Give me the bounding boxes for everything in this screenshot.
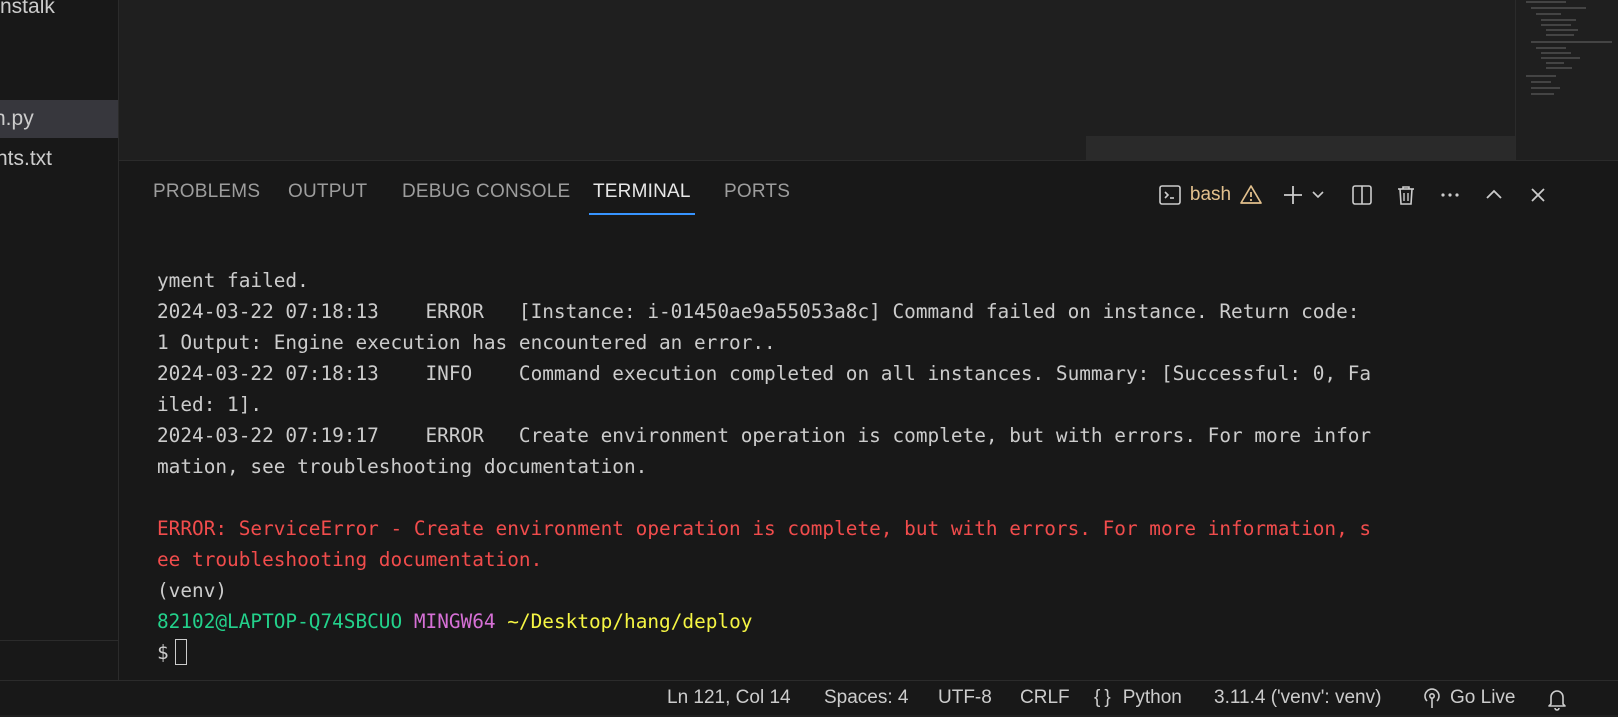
venv-indicator: (venv) <box>157 579 228 602</box>
status-interpreter[interactable]: 3.11.4 ('venv': venv) <box>1214 687 1381 709</box>
terminal-line: yment failed. <box>157 269 309 292</box>
bell-icon <box>1546 690 1568 716</box>
status-indentation[interactable]: Spaces: 4 <box>824 687 909 709</box>
terminal-profiles-dropdown[interactable] <box>1308 179 1328 211</box>
terminal-line: iled: 1]. <box>157 393 263 416</box>
sidebar-divider <box>0 640 118 641</box>
explorer-sidebar: nstalk n.py nts.txt <box>0 0 119 680</box>
terminal-error-line: ee troubleshooting documentation. <box>157 548 543 571</box>
chevron-down-icon <box>1310 187 1326 203</box>
kill-terminal-button[interactable] <box>1390 179 1422 211</box>
more-icon <box>1438 183 1462 207</box>
sidebar-item-requirements[interactable]: nts.txt <box>0 140 118 178</box>
status-eol[interactable]: CRLF <box>1020 687 1070 709</box>
close-icon <box>1526 183 1550 207</box>
prompt-user: 82102@LAPTOP-Q74SBCUO <box>157 610 403 633</box>
tab-terminal[interactable]: TERMINAL <box>589 181 695 215</box>
trash-icon <box>1394 183 1418 207</box>
status-bar: Ln 121, Col 14 Spaces: 4 UTF-8 CRLF {} Py… <box>0 680 1618 715</box>
more-actions-button[interactable] <box>1434 179 1466 211</box>
sidebar-item-folder[interactable]: nstalk <box>0 0 118 26</box>
tab-problems[interactable]: PROBLEMS <box>153 181 260 203</box>
terminal-line: mation, see troubleshooting documentatio… <box>157 455 648 478</box>
terminal-output[interactable]: yment failed. 2024-03-22 07:18:13 ERROR … <box>157 265 1477 668</box>
status-encoding[interactable]: UTF-8 <box>938 687 992 709</box>
status-language-label: Python <box>1122 687 1182 708</box>
status-language[interactable]: {} Python <box>1094 687 1182 709</box>
terminal-error-line: ERROR: ServiceError - Create environment… <box>157 517 1372 540</box>
terminal-line: 2024-03-22 07:18:13 INFO Command executi… <box>157 362 1372 385</box>
split-icon <box>1350 183 1374 207</box>
minimap[interactable] <box>1515 0 1618 160</box>
broadcast-icon <box>1422 687 1442 709</box>
status-golive[interactable]: Go Live <box>1422 687 1515 709</box>
shell-prompt: 82102@LAPTOP-Q74SBCUO MINGW64 ~/Desktop/… <box>157 606 1477 637</box>
maximize-icon <box>1482 183 1506 207</box>
close-panel-button[interactable] <box>1522 179 1554 211</box>
panel-actions: bash <box>1148 179 1618 213</box>
sidebar-item-main-py[interactable]: n.py <box>0 100 118 138</box>
prompt-symbol: $ <box>157 641 169 664</box>
terminal-line: 2024-03-22 07:19:17 ERROR Create environ… <box>157 424 1372 447</box>
golive-label: Go Live <box>1450 687 1516 708</box>
sidebar-item-label: nstalk <box>0 0 55 18</box>
new-terminal-button[interactable] <box>1278 179 1308 211</box>
prompt-shell: MINGW64 <box>413 610 496 633</box>
horizontal-scrollbar[interactable] <box>1086 136 1582 160</box>
terminal-icon <box>1158 183 1182 207</box>
tab-debug-console[interactable]: DEBUG CONSOLE <box>402 181 570 203</box>
tab-output[interactable]: OUTPUT <box>288 181 367 203</box>
panel-tabs: PROBLEMS OUTPUT DEBUG CONSOLE TERMINAL P… <box>119 161 1019 215</box>
split-terminal-button[interactable] <box>1346 179 1378 211</box>
notifications-button[interactable] <box>1546 687 1568 717</box>
maximize-panel-button[interactable] <box>1478 179 1510 211</box>
editor-area[interactable] <box>119 0 1618 160</box>
terminal-line: 2024-03-22 07:18:13 ERROR [Instance: i-0… <box>157 300 1360 323</box>
terminal-name: bash <box>1189 184 1232 205</box>
input-line[interactable]: $ <box>157 637 1477 668</box>
sidebar-item-label: nts.txt <box>0 147 53 170</box>
prompt-path: ~/Desktop/hang/deploy <box>507 610 753 633</box>
sidebar-item-label: n.py <box>0 107 34 130</box>
terminal-line: 1 Output: Engine execution has encounter… <box>157 331 776 354</box>
tab-ports[interactable]: PORTS <box>724 181 790 203</box>
status-cursor-position[interactable]: Ln 121, Col 14 <box>667 687 791 709</box>
braces-icon: {} <box>1094 687 1115 708</box>
bottom-panel: PROBLEMS OUTPUT DEBUG CONSOLE TERMINAL P… <box>119 160 1618 681</box>
terminal-cursor <box>174 638 187 665</box>
warning-icon <box>1239 183 1263 207</box>
plus-icon <box>1281 183 1305 207</box>
terminal-selector[interactable]: bash <box>1148 179 1273 211</box>
